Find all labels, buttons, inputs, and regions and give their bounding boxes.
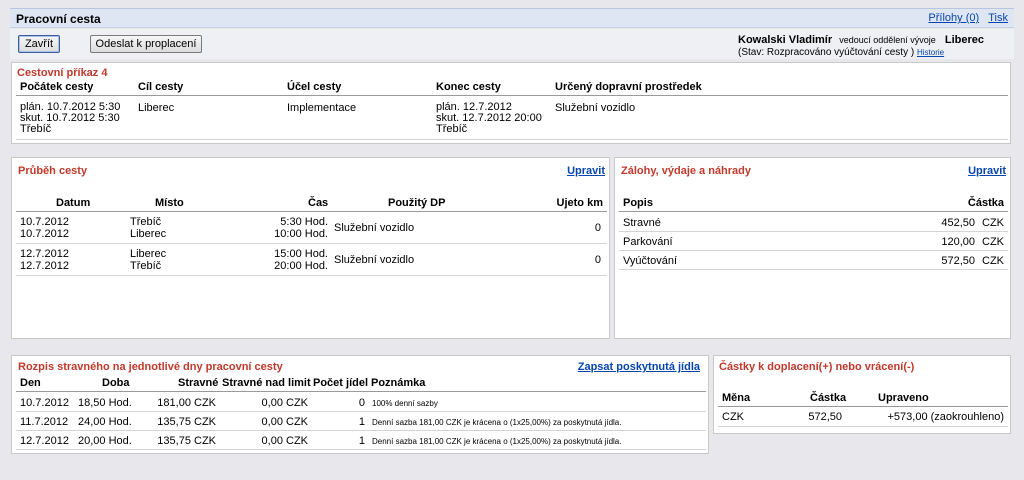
- send-for-payment-button[interactable]: Odeslat k proplacení: [90, 35, 202, 53]
- meals-col-duration: Doba: [102, 377, 130, 389]
- trip-col-km: Ujeto km: [556, 197, 603, 209]
- meals-col-meal: Stravné: [178, 377, 219, 389]
- meals-col-over-limit: Stravné nad limit: [222, 377, 311, 389]
- window-title: Pracovní cesta: [16, 12, 101, 26]
- top-links: Přílohy (0) Tisk: [922, 12, 1008, 24]
- attachments-link[interactable]: Přílohy (0): [928, 12, 979, 24]
- trip-progress-title: Průběh cesty: [18, 165, 88, 177]
- user-role: vedoucí oddělení vývoje: [839, 35, 936, 45]
- trip-col-place: Místo: [155, 197, 184, 209]
- col-header-transport: Určený dopravní prostředek: [555, 81, 702, 93]
- travel-order-panel: Cestovní příkaz 4 Počátek cesty Cíl cest…: [11, 62, 1011, 144]
- col-header-end: Konec cesty: [436, 81, 501, 93]
- user-name: Kowalski Vladimír: [738, 34, 833, 46]
- meals-panel: Rozpis stravného na jednotlivé dny praco…: [11, 355, 709, 454]
- trip-col-time: Čas: [308, 197, 329, 209]
- transport-value: Služební vozidlo: [555, 102, 636, 114]
- advances-panel: Zálohy, výdaje a náhrady Upravit Popis Č…: [614, 157, 1011, 339]
- close-button[interactable]: Zavřít: [18, 35, 60, 53]
- settle-col-currency: Měna: [722, 392, 751, 404]
- purpose-value: Implementace: [287, 102, 357, 114]
- col-header-purpose: Účel cesty: [287, 81, 342, 93]
- meals-col-day: Den: [20, 377, 41, 389]
- advances-title: Zálohy, výdaje a náhrady: [621, 165, 752, 177]
- settle-col-amount: Částka: [810, 392, 847, 404]
- travel-order-title: Cestovní příkaz 4: [17, 67, 108, 79]
- settle-col-adjusted: Upraveno: [878, 392, 929, 404]
- record-meals-link[interactable]: Zapsat poskytnutá jídla: [578, 361, 700, 373]
- meals-col-note: Poznámka: [371, 377, 426, 389]
- toolbar: Zavřít Odeslat k proplacení Kowalski Vla…: [10, 29, 1014, 59]
- trip-edit-link[interactable]: Upravit: [567, 165, 605, 177]
- history-link[interactable]: Historie: [917, 48, 944, 57]
- advances-edit-link[interactable]: Upravit: [968, 165, 1006, 177]
- trip-col-transport: Použitý DP: [388, 197, 446, 209]
- target-value: Liberec: [138, 102, 175, 114]
- advances-col-amount: Částka: [967, 197, 1004, 209]
- end-values: plán. 12.7.2012 skut. 12.7.2012 20:00 Tř…: [436, 101, 542, 135]
- col-header-start: Počátek cesty: [20, 81, 94, 93]
- user-city: Liberec: [944, 34, 984, 46]
- trip-progress-panel: Průběh cesty Upravit Datum Místo Čas Pou…: [11, 157, 610, 339]
- trip-col-date: Datum: [56, 197, 91, 209]
- meals-title: Rozpis stravného na jednotlivé dny praco…: [18, 361, 283, 373]
- start-values: plán. 10.7.2012 5:30 skut. 10.7.2012 5:3…: [20, 101, 121, 135]
- settlement-panel: Částky k doplacení(+) nebo vrácení(-) Mě…: [713, 355, 1011, 434]
- header-divider: [16, 95, 1008, 96]
- status-text: (Stav: Rozpracováno vyúčtování cesty ): [738, 47, 915, 58]
- row-divider: [16, 139, 1008, 140]
- advances-col-description: Popis: [623, 197, 653, 209]
- settlement-title: Částky k doplacení(+) nebo vrácení(-): [719, 361, 915, 373]
- print-link[interactable]: Tisk: [988, 12, 1008, 24]
- user-info: Kowalski Vladimír vedoucí oddělení vývoj…: [738, 34, 998, 58]
- meals-col-count: Počet jídel: [313, 377, 369, 389]
- window-title-bar: Pracovní cesta Přílohy (0) Tisk: [10, 8, 1014, 28]
- col-header-target: Cíl cesty: [138, 81, 184, 93]
